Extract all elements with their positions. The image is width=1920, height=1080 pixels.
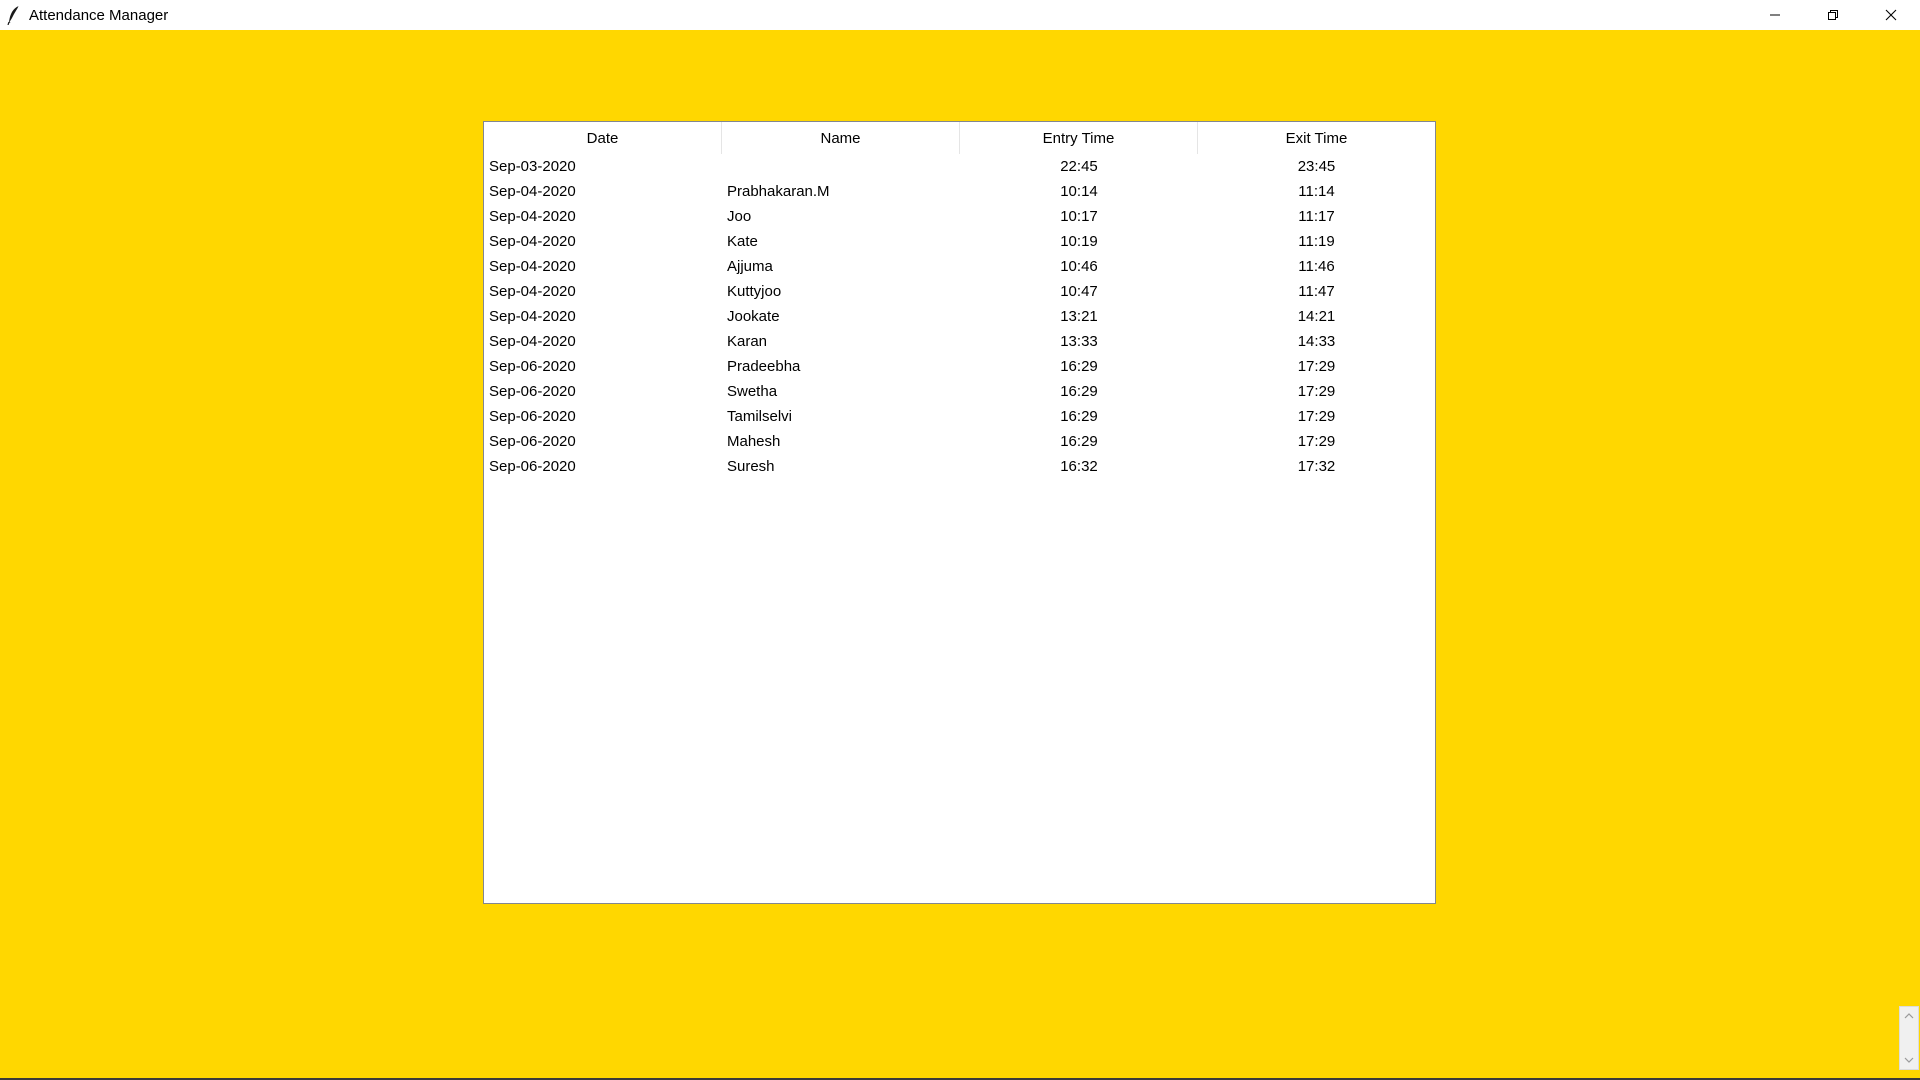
cell-entry-time: 16:29 <box>1060 358 1098 375</box>
table-row[interactable]: Sep-04-2020 Jookate 13:21 14:21 <box>484 304 1435 329</box>
table-row[interactable]: Sep-03-2020 22:45 23:45 <box>484 154 1435 179</box>
minimize-icon <box>1770 14 1780 16</box>
close-icon <box>1885 9 1897 21</box>
app-canvas: Date Name Entry Time Exit Time Sep-03-20… <box>0 30 1920 1080</box>
cell-entry-time: 10:47 <box>1060 283 1098 300</box>
cell-name: Mahesh <box>727 433 781 450</box>
cell-date: Sep-04-2020 <box>489 333 576 350</box>
cell-name: Joo <box>727 208 752 225</box>
cell-exit-time: 11:19 <box>1298 233 1335 250</box>
cell-exit-time: 11:17 <box>1298 208 1335 225</box>
cell-exit-time: 14:21 <box>1297 308 1336 325</box>
cell-name: Suresh <box>727 458 775 475</box>
cell-exit-time: 17:29 <box>1297 433 1336 450</box>
cell-entry-time: 10:17 <box>1060 208 1098 225</box>
feather-icon <box>7 5 21 26</box>
scroll-up-button[interactable] <box>1900 1007 1918 1025</box>
attendance-table[interactable]: Date Name Entry Time Exit Time Sep-03-20… <box>483 121 1436 904</box>
minimize-button[interactable] <box>1746 0 1804 30</box>
table-row[interactable]: Sep-06-2020 Swetha 16:29 17:29 <box>484 379 1435 404</box>
cell-date: Sep-04-2020 <box>489 308 576 325</box>
title-bar[interactable]: Attendance Manager <box>0 0 1920 30</box>
cell-name: Kuttyjoo <box>727 283 782 300</box>
chevron-down-icon <box>1904 1057 1914 1063</box>
cell-exit-time: 14:33 <box>1297 333 1336 350</box>
window-controls <box>1746 0 1920 30</box>
cell-name: Pradeebha <box>727 358 801 375</box>
cell-name: Kate <box>727 233 758 250</box>
cell-entry-time: 10:19 <box>1060 233 1098 250</box>
cell-date: Sep-04-2020 <box>489 233 576 250</box>
cell-date: Sep-06-2020 <box>489 383 576 400</box>
window-title: Attendance Manager <box>29 6 169 24</box>
table-row[interactable]: Sep-04-2020 Karan 13:33 14:33 <box>484 329 1435 354</box>
table-row[interactable]: Sep-06-2020 Tamilselvi 16:29 17:29 <box>484 404 1435 429</box>
cell-date: Sep-06-2020 <box>489 433 576 450</box>
cell-name: Ajjuma <box>727 258 773 275</box>
cell-date: Sep-04-2020 <box>489 208 576 225</box>
cell-exit-time: 17:29 <box>1297 383 1336 400</box>
table-row[interactable]: Sep-06-2020 Mahesh 16:29 17:29 <box>484 429 1435 454</box>
cell-exit-time: 23:45 <box>1297 158 1336 175</box>
cell-date: Sep-06-2020 <box>489 408 576 425</box>
cell-entry-time: 16:29 <box>1060 433 1098 450</box>
cell-date: Sep-06-2020 <box>489 458 576 475</box>
cell-date: Sep-04-2020 <box>489 183 576 200</box>
table-row[interactable]: Sep-04-2020 Ajjuma 10:46 11:46 <box>484 254 1435 279</box>
table-row[interactable]: Sep-04-2020 Kate 10:19 11:19 <box>484 229 1435 254</box>
cell-entry-time: 13:33 <box>1060 333 1098 350</box>
cell-name: Tamilselvi <box>727 408 793 425</box>
vertical-scrollbar[interactable] <box>1899 1006 1919 1070</box>
column-header-entry-time[interactable]: Entry Time <box>960 122 1198 154</box>
cell-entry-time: 13:21 <box>1060 308 1098 325</box>
cell-date: Sep-03-2020 <box>489 158 576 175</box>
scroll-down-button[interactable] <box>1900 1051 1918 1069</box>
cell-name: Swetha <box>727 383 778 400</box>
cell-entry-time: 16:29 <box>1060 383 1098 400</box>
cell-exit-time: 17:29 <box>1297 358 1336 375</box>
chevron-up-icon <box>1904 1013 1914 1019</box>
cell-entry-time: 10:14 <box>1060 183 1098 200</box>
table-header: Date Name Entry Time Exit Time <box>484 122 1435 154</box>
cell-name: Prabhakaran.M <box>727 183 830 200</box>
cell-date: Sep-06-2020 <box>489 358 576 375</box>
close-button[interactable] <box>1862 0 1920 30</box>
cell-date: Sep-04-2020 <box>489 283 576 300</box>
table-row[interactable]: Sep-04-2020 Prabhakaran.M 10:14 11:14 <box>484 179 1435 204</box>
column-header-name[interactable]: Name <box>722 122 960 154</box>
table-row[interactable]: Sep-06-2020 Suresh 16:32 17:32 <box>484 454 1435 479</box>
table-row[interactable]: Sep-06-2020 Pradeebha 16:29 17:29 <box>484 354 1435 379</box>
cell-entry-time: 16:32 <box>1060 458 1098 475</box>
cell-name: Jookate <box>727 308 780 325</box>
cell-exit-time: 11:14 <box>1298 183 1335 200</box>
cell-name: Karan <box>727 333 768 350</box>
cell-entry-time: 16:29 <box>1060 408 1098 425</box>
cell-exit-time: 11:46 <box>1298 258 1335 275</box>
restore-button[interactable] <box>1804 0 1862 30</box>
cell-entry-time: 10:46 <box>1060 258 1098 275</box>
table-body: Sep-03-2020 22:45 23:45 Sep-04-2020 Prab… <box>484 154 1435 479</box>
restore-icon <box>1828 10 1838 20</box>
cell-exit-time: 17:32 <box>1297 458 1336 475</box>
table-row[interactable]: Sep-04-2020 Kuttyjoo 10:47 11:47 <box>484 279 1435 304</box>
cell-exit-time: 11:47 <box>1298 283 1335 300</box>
cell-entry-time: 22:45 <box>1060 158 1098 175</box>
cell-exit-time: 17:29 <box>1297 408 1336 425</box>
column-header-date[interactable]: Date <box>484 122 722 154</box>
column-header-exit-time[interactable]: Exit Time <box>1198 122 1435 154</box>
cell-date: Sep-04-2020 <box>489 258 576 275</box>
table-row[interactable]: Sep-04-2020 Joo 10:17 11:17 <box>484 204 1435 229</box>
